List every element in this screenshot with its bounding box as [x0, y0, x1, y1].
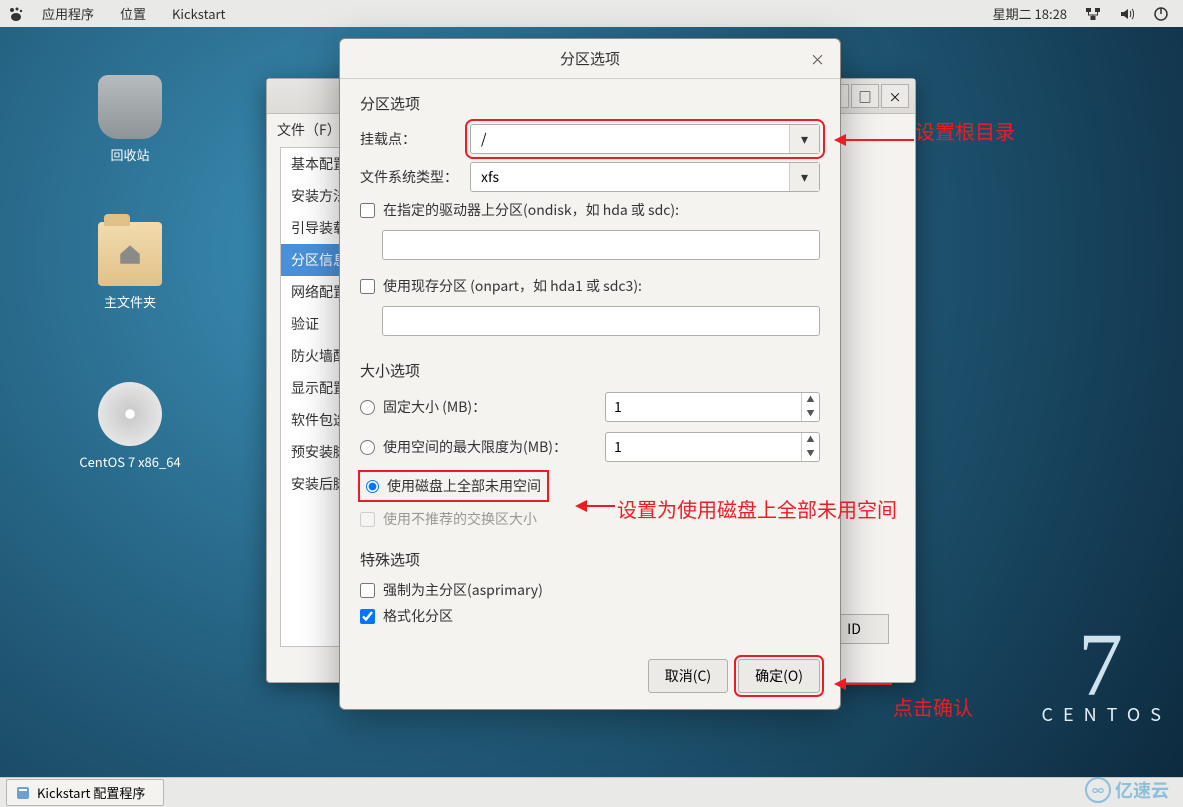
- clock[interactable]: 星期二 18:28: [993, 4, 1067, 23]
- annotation-text: 点击确认: [893, 692, 973, 721]
- onpart-checkbox[interactable]: [360, 279, 375, 294]
- cancel-button[interactable]: 取消(C): [648, 659, 728, 693]
- ondisk-checkbox[interactable]: [360, 203, 375, 218]
- app-icon: [15, 785, 31, 801]
- mount-point-input[interactable]: [471, 125, 789, 153]
- desktop-icon-label: CentOS 7 x86_64: [75, 452, 185, 471]
- close-button[interactable]: ×: [881, 84, 909, 108]
- fixed-size-input[interactable]: [606, 397, 801, 417]
- dialog-titlebar[interactable]: 分区选项 ×: [340, 39, 840, 79]
- fixed-size-radio[interactable]: [360, 400, 375, 415]
- menu-kickstart[interactable]: Kickstart: [160, 0, 237, 27]
- format-checkbox[interactable]: [360, 609, 375, 624]
- ondisk-label: 在指定的驱动器上分区(ondisk，如 hda 或 sdc):: [383, 200, 679, 220]
- desktop-home-folder[interactable]: 主文件夹: [75, 222, 185, 311]
- partition-options-dialog: 分区选项 × 分区选项 挂载点： ▾ 文件系统类型： ▾ 在指定的驱动器上分区(…: [339, 38, 841, 710]
- disc-icon: [98, 382, 162, 446]
- annotation-text: 设置根目录: [915, 116, 1015, 145]
- max-size-input[interactable]: [606, 437, 801, 457]
- format-label: 格式化分区: [383, 606, 453, 626]
- desktop-trash[interactable]: 回收站: [75, 75, 185, 164]
- watermark-text: 亿速云: [1115, 777, 1169, 803]
- onpart-input[interactable]: [382, 306, 820, 336]
- network-icon[interactable]: [1085, 6, 1101, 22]
- spin-up-icon[interactable]: ▲: [802, 393, 819, 407]
- menu-applications[interactable]: 应用程序: [30, 0, 106, 27]
- onpart-label: 使用现存分区 (onpart，如 hda1 或 sdc3):: [383, 276, 642, 296]
- centos-text-logo: CENTOS: [1042, 701, 1171, 727]
- fstype-input[interactable]: [471, 163, 789, 191]
- ondisk-input[interactable]: [382, 230, 820, 260]
- max-size-label: 使用空间的最大限度为(MB)：: [383, 437, 567, 457]
- spin-up-icon[interactable]: ▲: [802, 433, 819, 447]
- recswap-label: 使用不推荐的交换区大小: [383, 509, 537, 529]
- desktop-icon-label: 回收站: [75, 145, 185, 164]
- spin-down-icon[interactable]: ▼: [802, 407, 819, 421]
- grow-radio-highlight: 使用磁盘上全部未用空间: [360, 472, 547, 500]
- home-icon: [117, 241, 143, 267]
- section-special: 特殊选项: [360, 549, 820, 570]
- taskbar-kickstart-button[interactable]: Kickstart 配置程序: [6, 779, 164, 806]
- section-partition: 分区选项: [360, 93, 820, 114]
- grow-radio[interactable]: [366, 480, 379, 493]
- taskbar-button-label: Kickstart 配置程序: [37, 783, 145, 802]
- asprimary-checkbox[interactable]: [360, 583, 375, 598]
- bottom-taskbar: Kickstart 配置程序: [0, 777, 1183, 807]
- section-size: 大小选项: [360, 360, 820, 381]
- fstype-label: 文件系统类型：: [360, 167, 460, 187]
- max-size-radio[interactable]: [360, 440, 375, 455]
- maximize-button[interactable]: □: [851, 84, 879, 108]
- recswap-checkbox: [360, 512, 375, 527]
- dialog-title-text: 分区选项: [560, 48, 620, 69]
- top-menu-bar: 应用程序 位置 Kickstart 星期二 18:28: [0, 0, 1183, 27]
- desktop-disc[interactable]: CentOS 7 x86_64: [75, 382, 185, 471]
- mount-point-combo[interactable]: ▾: [470, 124, 820, 154]
- dropdown-arrow-icon[interactable]: ▾: [789, 163, 819, 191]
- fixed-size-label: 固定大小 (MB)：: [383, 397, 486, 417]
- fixed-size-spinner[interactable]: ▲▼: [605, 392, 820, 422]
- desktop-icon-label: 主文件夹: [75, 292, 185, 311]
- annotation-text: 设置为使用磁盘上全部未用空间: [617, 494, 897, 523]
- dialog-close-button[interactable]: ×: [810, 49, 828, 67]
- gnome-foot-icon: [8, 6, 24, 22]
- cloud-icon: ∞: [1085, 777, 1111, 803]
- grow-label: 使用磁盘上全部未用空间: [387, 476, 541, 496]
- fstype-combo[interactable]: ▾: [470, 162, 820, 192]
- volume-icon[interactable]: [1119, 6, 1135, 22]
- ok-button[interactable]: 确定(O): [738, 659, 820, 693]
- menu-places[interactable]: 位置: [108, 0, 158, 27]
- power-icon[interactable]: [1153, 6, 1169, 22]
- asprimary-label: 强制为主分区(asprimary): [383, 580, 543, 600]
- mount-point-label: 挂载点：: [360, 129, 460, 149]
- folder-icon: [98, 222, 162, 286]
- max-size-spinner[interactable]: ▲▼: [605, 432, 820, 462]
- trash-icon: [98, 75, 162, 139]
- spin-down-icon[interactable]: ▼: [802, 447, 819, 461]
- watermark: ∞ 亿速云: [1085, 777, 1169, 803]
- dropdown-arrow-icon[interactable]: ▾: [789, 125, 819, 153]
